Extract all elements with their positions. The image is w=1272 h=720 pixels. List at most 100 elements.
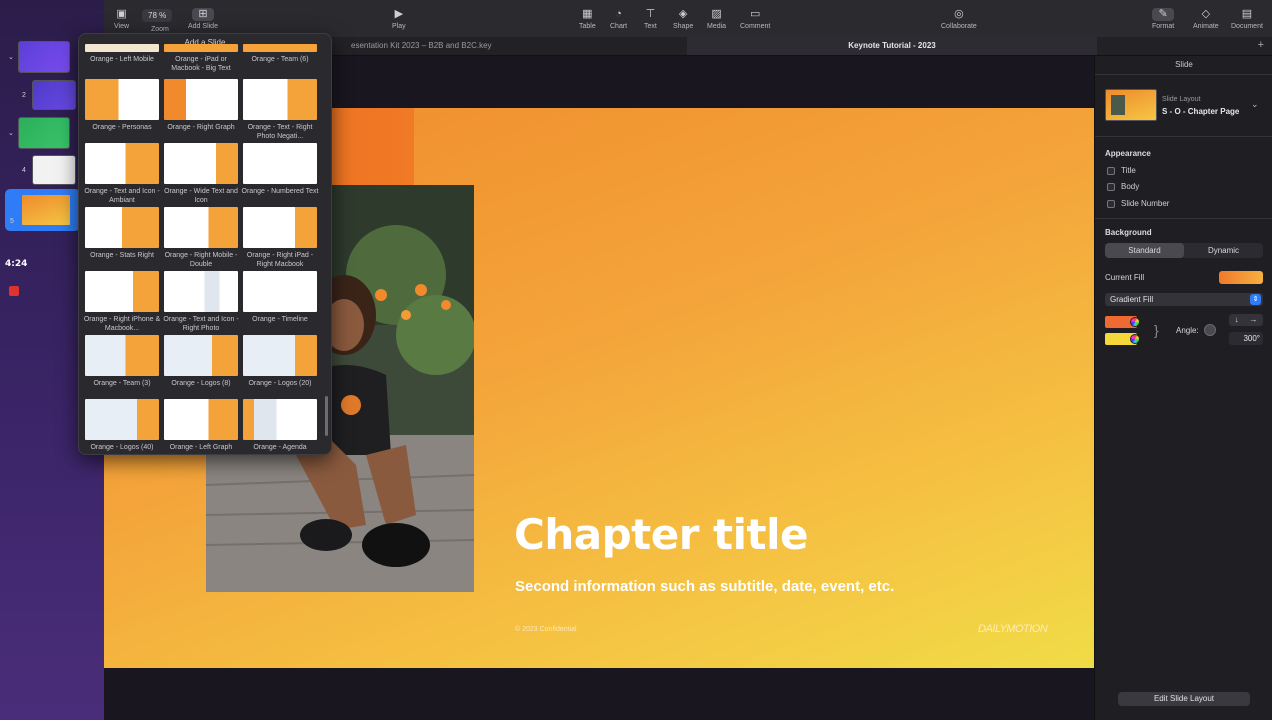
thumb-image: [18, 41, 70, 73]
edit-slide-layout-button[interactable]: Edit Slide Layout: [1118, 692, 1250, 706]
layout-thumb: [85, 335, 159, 376]
layout-option[interactable]: Orange - Logos (20): [243, 335, 319, 388]
layout-thumb: [243, 271, 317, 312]
layout-option[interactable]: Orange - Left Mobile: [85, 44, 161, 64]
text-icon: ⊤: [645, 8, 656, 20]
format-label: Format: [1152, 23, 1175, 30]
layout-option[interactable]: Orange - Wide Text and Icon: [164, 143, 240, 205]
color-wheel-icon[interactable]: [1130, 317, 1140, 327]
current-fill-swatch[interactable]: [1219, 271, 1263, 284]
add-slide-button[interactable]: ⊞ Add Slide: [188, 8, 218, 30]
disclosure-chevron-icon[interactable]: ⌄: [8, 53, 18, 61]
layout-option[interactable]: Orange - Agenda: [243, 399, 319, 452]
slide-thumbnail-selected[interactable]: 5: [10, 193, 72, 227]
shape-button[interactable]: ◈ Shape: [673, 8, 693, 30]
chevron-down-icon[interactable]: ⌄: [1251, 99, 1259, 110]
zoom-label: Zoom: [151, 26, 169, 33]
chart-button[interactable]: ◔ Chart: [610, 8, 627, 30]
body-checkbox[interactable]: Body: [1107, 182, 1139, 191]
layout-thumb: [164, 44, 238, 52]
standard-segment[interactable]: Standard: [1105, 243, 1184, 258]
toolbar: ▣ View 78 % Zoom ⊞ Add Slide ▶ Play ▦ Ta…: [104, 0, 1272, 37]
slide-layout-name[interactable]: S - O - Chapter Page: [1162, 107, 1239, 116]
slide-thumbnail[interactable]: 4: [22, 155, 76, 185]
layout-option[interactable]: Orange - iPad or Macbook - Big Text: [164, 44, 240, 73]
layout-option[interactable]: Orange - Personas: [85, 79, 161, 132]
layout-option[interactable]: Orange - Timeline: [243, 271, 319, 324]
table-button[interactable]: ▦ Table: [579, 8, 596, 30]
layout-option[interactable]: Orange - Right Mobile - Double: [164, 207, 240, 269]
slide-thumbnail[interactable]: ⌄: [8, 41, 70, 73]
play-button[interactable]: ▶ Play: [392, 8, 406, 30]
format-button[interactable]: ✎ Format: [1152, 8, 1174, 30]
dynamic-segment[interactable]: Dynamic: [1184, 243, 1263, 258]
checkbox-box[interactable]: [1107, 199, 1115, 208]
layout-option[interactable]: Orange - Stats Right: [85, 207, 161, 260]
layout-label: Orange - Right iPhone & Macbook...: [83, 316, 161, 332]
slide-subtitle[interactable]: Second information such as subtitle, dat…: [515, 578, 894, 595]
view-label: View: [114, 23, 130, 30]
fill-type-select[interactable]: Gradient Fill ⇕: [1105, 293, 1263, 306]
layout-label: Orange - Logos (40): [90, 444, 154, 451]
layout-option[interactable]: Orange - Right Graph: [164, 79, 240, 132]
document-button[interactable]: ▤ Document: [1231, 8, 1263, 30]
layout-thumb: [164, 271, 238, 312]
format-brush-icon: ✎: [1152, 8, 1174, 21]
animate-button[interactable]: ◇ Animate: [1193, 8, 1219, 30]
layout-option[interactable]: Orange - Numbered Text: [242, 143, 319, 196]
checkbox-box[interactable]: [1107, 182, 1115, 191]
view-button[interactable]: ▣ View: [114, 8, 129, 30]
document-icon: ▤: [1241, 8, 1253, 20]
divider: [1095, 74, 1272, 75]
disclosure-chevron-icon[interactable]: ⌄: [8, 129, 18, 137]
layout-option[interactable]: Orange - Right iPhone & Macbook...: [83, 271, 161, 333]
zoom-select[interactable]: 78 %: [142, 9, 173, 22]
arrow-down-icon[interactable]: ↓: [1235, 314, 1239, 326]
layout-option[interactable]: Orange - Left Graph: [164, 399, 240, 452]
table-label: Table: [579, 23, 596, 30]
play-label: Play: [392, 23, 406, 30]
divider: [1095, 218, 1272, 219]
tab-keynote-tutorial[interactable]: Keynote Tutorial - 2023: [687, 37, 1097, 55]
arrow-right-icon[interactable]: →: [1250, 314, 1258, 326]
layout-option[interactable]: Orange - Text and Icon - Right Photo: [163, 271, 240, 333]
media-button[interactable]: ▨ Media: [707, 8, 726, 30]
angle-knob[interactable]: [1204, 324, 1216, 336]
inspector-tab-slide[interactable]: Slide: [1095, 60, 1272, 69]
thumb-image: [20, 193, 72, 227]
text-button[interactable]: ⊤ Text: [644, 8, 657, 30]
popover-scrollbar[interactable]: [325, 396, 328, 436]
slide-title[interactable]: Chapter title: [514, 510, 808, 559]
layout-option[interactable]: Orange - Team (3): [85, 335, 161, 388]
layout-label: Orange - Wide Text and Icon: [164, 188, 238, 204]
slide-layout-thumbnail[interactable]: [1105, 89, 1157, 121]
layout-option[interactable]: Orange - Team (6): [243, 44, 319, 64]
slide-thumbnail[interactable]: ⌄: [8, 117, 70, 149]
divider: [1095, 136, 1272, 137]
layout-option[interactable]: Orange - Logos (40): [85, 399, 161, 452]
title-checkbox[interactable]: Title: [1107, 166, 1136, 175]
layout-option[interactable]: Orange - Text - Right Photo Negati...: [243, 79, 319, 141]
angle-field[interactable]: 300°: [1229, 332, 1263, 345]
play-icon: ▶: [394, 8, 404, 20]
layout-label: Orange - Left Graph: [169, 444, 233, 451]
slide-number-checkbox[interactable]: Slide Number: [1107, 199, 1169, 208]
gradient-stop-1[interactable]: [1105, 316, 1140, 328]
swap-bracket-icon[interactable]: }: [1154, 322, 1159, 338]
checkbox-box[interactable]: [1107, 166, 1115, 175]
layout-label: Orange - Logos (20): [248, 380, 312, 387]
layout-option[interactable]: Orange - Text and Icon - Ambiant: [84, 143, 161, 205]
flip-gradient-buttons[interactable]: ↓ →: [1229, 314, 1263, 326]
tab-presentation-kit[interactable]: esentation Kit 2023 – B2B and B2C.key: [351, 41, 492, 50]
comment-button[interactable]: ▭ Comment: [740, 8, 770, 30]
stop-recording-button[interactable]: [9, 286, 19, 296]
gradient-stop-2[interactable]: [1105, 333, 1140, 345]
new-tab-icon[interactable]: +: [1258, 39, 1264, 51]
collaborate-label: Collaborate: [941, 23, 977, 30]
collaborate-button[interactable]: ◎ Collaborate: [941, 8, 977, 30]
slide-number: 2: [22, 91, 26, 99]
layout-option[interactable]: Orange - Logos (8): [164, 335, 240, 388]
layout-option[interactable]: Orange - Right iPad - Right Macbook: [243, 207, 319, 269]
color-wheel-icon[interactable]: [1130, 334, 1140, 344]
slide-thumbnail[interactable]: 2: [22, 80, 76, 110]
